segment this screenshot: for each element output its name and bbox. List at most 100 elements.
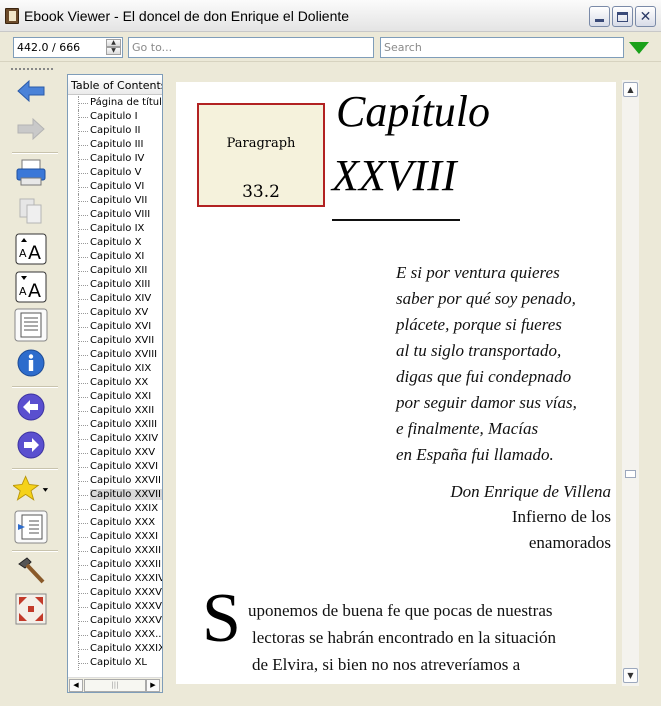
toc-item[interactable]: Capitulo XXIII <box>68 418 162 432</box>
toc-item-label: Capitulo XII <box>90 265 148 276</box>
toc-item[interactable]: Capitulo XVII <box>68 334 162 348</box>
toc-item-label: Capitulo XVII <box>90 335 155 346</box>
toc-item[interactable]: Capitulo X <box>68 236 162 250</box>
font-larger-button[interactable]: AA <box>13 232 49 266</box>
toc-item[interactable]: Capitulo XXVII <box>68 474 162 488</box>
table-of-contents-button[interactable] <box>13 510 49 544</box>
scroll-thumb[interactable] <box>625 470 636 478</box>
toc-item[interactable]: Capitulo XL <box>68 656 162 670</box>
toc-item[interactable]: Capitulo V <box>68 166 162 180</box>
next-button[interactable] <box>13 428 49 462</box>
toc-item[interactable]: Capitulo XXV <box>68 446 162 460</box>
toc-item[interactable]: Capitulo XXXIX <box>68 642 162 656</box>
spin-down-icon[interactable]: ▼ <box>106 47 121 55</box>
toc-item-label: Capitulo I <box>90 111 138 122</box>
toc-item[interactable]: Capitulo XXI <box>68 390 162 404</box>
toolbar-separator <box>12 152 58 154</box>
toc-item[interactable]: Capitulo IV <box>68 152 162 166</box>
toc-header[interactable]: Table of Contents <box>68 75 162 95</box>
bookmarks-button[interactable] <box>13 472 49 506</box>
forward-arrow-icon <box>17 117 45 141</box>
position-spinbox[interactable]: ▲ ▼ <box>13 37 123 58</box>
scroll-left-icon[interactable]: ◀ <box>69 679 83 692</box>
toc-item[interactable]: Capitulo XXXII <box>68 544 162 558</box>
scroll-up-icon[interactable]: ▲ <box>623 82 638 97</box>
toc-item-label: Capitulo X <box>90 237 142 248</box>
spin-up-icon[interactable]: ▲ <box>106 39 121 47</box>
toc-item[interactable]: Capitulo XI <box>68 250 162 264</box>
toc-item-label: Capitulo XIX <box>90 363 152 374</box>
verse-line: al tu siglo transportado, <box>396 341 562 360</box>
toc-item[interactable]: Capitulo VII <box>68 194 162 208</box>
toc-item[interactable]: Capitulo XXXIV <box>68 572 162 586</box>
page-vertical-scrollbar[interactable]: ▲ ▼ <box>622 80 639 686</box>
drop-cap: S <box>202 580 241 657</box>
toc-item[interactable]: Capitulo XXXIII <box>68 558 162 572</box>
position-input[interactable] <box>14 38 106 57</box>
position-stepper[interactable]: ▲ ▼ <box>106 39 121 56</box>
toc-item[interactable]: Capitulo XIX <box>68 362 162 376</box>
page-view-button[interactable] <box>13 308 49 342</box>
search-go-icon[interactable] <box>629 42 649 54</box>
fullscreen-button[interactable] <box>13 592 49 626</box>
toolbar-separator <box>12 550 58 552</box>
epigraph-author: Don Enrique de Villena <box>450 482 611 501</box>
toc-item[interactable]: Capitulo III <box>68 138 162 152</box>
scroll-thumb[interactable]: ||| <box>84 679 146 692</box>
previous-button[interactable] <box>13 390 49 424</box>
font-larger-icon: AA <box>15 233 47 265</box>
toc-item[interactable]: Capitulo XXX... <box>68 628 162 642</box>
toc-item[interactable]: Capitulo XII <box>68 264 162 278</box>
toc-item[interactable]: Capitulo XXXV <box>68 586 162 600</box>
search-input[interactable] <box>380 37 624 58</box>
toc-item-label: Capitulo XXXIII <box>90 559 162 570</box>
toc-item[interactable]: Capitulo XXXVI <box>68 614 162 628</box>
close-button[interactable]: ✕ <box>635 6 656 27</box>
toc-item[interactable]: Capitulo VIII <box>68 208 162 222</box>
font-smaller-button[interactable]: AA <box>13 270 49 304</box>
minimize-button[interactable] <box>589 6 610 27</box>
toc-item[interactable]: Capitulo XVI <box>68 320 162 334</box>
toc-item[interactable]: Capitulo XXVI <box>68 460 162 474</box>
maximize-button[interactable] <box>612 6 633 27</box>
info-button[interactable] <box>13 346 49 380</box>
tools-button[interactable] <box>13 554 49 588</box>
toc-item-label: Capitulo XI <box>90 251 145 262</box>
toc-item[interactable]: Capitulo XXXVI <box>68 600 162 614</box>
toc-item[interactable]: Capitulo II <box>68 124 162 138</box>
title-bar: Ebook Viewer - El doncel de don Enrique … <box>0 0 661 32</box>
toc-item[interactable]: Capitulo XXIX <box>68 502 162 516</box>
toc-item[interactable]: Capitulo XIII <box>68 278 162 292</box>
toolbar-grip[interactable] <box>11 68 53 71</box>
back-button[interactable] <box>13 74 49 108</box>
toc-item[interactable]: Capitulo XXXI <box>68 530 162 544</box>
forward-button[interactable] <box>13 112 49 146</box>
toc-item-label: Capitulo III <box>90 139 144 150</box>
print-button[interactable] <box>13 156 49 190</box>
toc-item[interactable]: Capitulo XX <box>68 376 162 390</box>
toc-item[interactable]: Capitulo I <box>68 110 162 124</box>
chapter-heading: Capítulo <box>336 87 491 136</box>
toc-item[interactable]: Capitulo XVIII <box>68 348 162 362</box>
toc-item[interactable]: Capitulo XXVIII <box>68 488 162 502</box>
svg-text:A: A <box>28 280 41 302</box>
copy-button[interactable] <box>13 194 49 228</box>
toc-item[interactable]: Capitulo XV <box>68 306 162 320</box>
toc-item[interactable]: Capitulo XXX <box>68 516 162 530</box>
info-icon <box>17 349 45 377</box>
toc-item[interactable]: Página de título <box>68 96 162 110</box>
toc-item[interactable]: Capitulo IX <box>68 222 162 236</box>
toc-item[interactable]: Capitulo VI <box>68 180 162 194</box>
scroll-down-icon[interactable]: ▼ <box>623 668 638 683</box>
toc-item[interactable]: Capitulo XIV <box>68 292 162 306</box>
toc-item[interactable]: Capitulo XXIV <box>68 432 162 446</box>
toc-item-label: Capitulo XXIV <box>90 433 159 444</box>
body-line: uponemos de buena fe que pocas de nuestr… <box>248 601 553 620</box>
previous-icon <box>17 393 45 421</box>
toc-item-label: Capitulo XVIII <box>90 349 158 360</box>
scroll-right-icon[interactable]: ▶ <box>146 679 160 692</box>
goto-input[interactable] <box>128 37 374 58</box>
epigraph-verse: E si por ventura quieres saber por qué so… <box>396 260 577 468</box>
toc-horizontal-scrollbar[interactable]: ◀ ||| ▶ <box>68 677 162 692</box>
toc-item[interactable]: Capitulo XXII <box>68 404 162 418</box>
